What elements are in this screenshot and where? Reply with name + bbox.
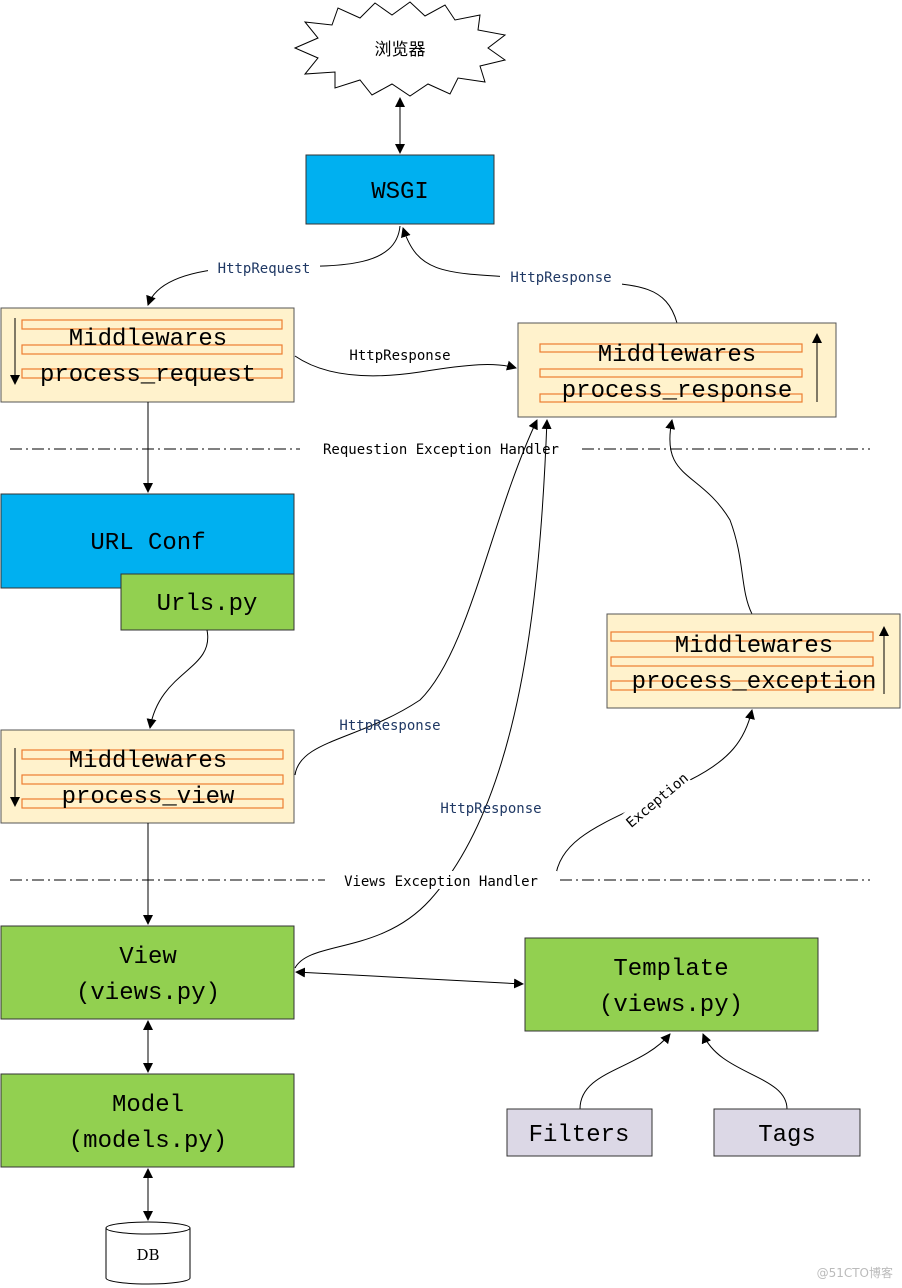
middleware-process-request: Middlewares process_request (0, 307, 295, 403)
mw-exception-line1: Middlewares (675, 633, 833, 660)
http-response-top-label: HttpResponse (510, 270, 611, 286)
db-label: DB (136, 1246, 159, 1264)
model-line1: Model (112, 1092, 184, 1119)
view-node: View (views.py) (0, 925, 295, 1020)
model-node: Model (models.py) (0, 1073, 295, 1168)
filters-node: Filters (506, 1108, 653, 1157)
middleware-process-exception: Middlewares process_exception (606, 613, 901, 709)
urls-view-arrow (146, 629, 209, 729)
view-line2: (views.py) (76, 980, 220, 1007)
middleware-process-view: Middlewares process_view (0, 729, 295, 824)
django-request-flow-diagram: 浏览器 WSGI HttpRequest HttpResponse Middle… (0, 1, 901, 1285)
view-line1: View (119, 944, 177, 971)
middleware-process-response: Middlewares process_response (517, 322, 837, 418)
urls-py-label: Urls.py (157, 591, 258, 618)
wsgi-node: WSGI (305, 154, 495, 225)
mw-response-line1: Middlewares (598, 342, 756, 369)
model-line2: (models.py) (69, 1128, 227, 1155)
url-conf-label: URL Conf (90, 530, 205, 557)
url-conf-node: URL Conf Urls.py (0, 493, 295, 631)
mw-view-line2: process_view (62, 784, 235, 811)
mw-exception-line2: process_exception (632, 669, 877, 696)
mw-request-line2: process_request (40, 362, 256, 389)
mw-response-line2: process_response (562, 378, 792, 405)
filters-label: Filters (529, 1122, 630, 1149)
tags-node: Tags (713, 1108, 861, 1157)
http-response-view-label: HttpResponse (339, 718, 440, 734)
tags-template-arrow (701, 1033, 788, 1110)
http-request-label: HttpRequest (218, 261, 311, 277)
views-handler-label: Views Exception Handler (344, 874, 538, 890)
exception-label: Exception (623, 770, 691, 831)
filters-template-arrow (579, 1033, 671, 1110)
template-line2: (views.py) (599, 992, 743, 1019)
browser-node: 浏览器 (293, 1, 507, 97)
tags-label: Tags (758, 1122, 816, 1149)
wsgi-label: WSGI (371, 179, 429, 206)
template-line1: Template (613, 956, 728, 983)
http-response-viewfn-label: HttpResponse (440, 801, 541, 817)
mw-request-line1: Middlewares (69, 326, 227, 353)
watermark: @51CTO博客 (817, 1265, 893, 1280)
view-template-arrow (295, 967, 524, 989)
http-response-mid-label: HttpResponse (349, 348, 450, 364)
mw-view-line1: Middlewares (69, 748, 227, 775)
template-node: Template (views.py) (524, 937, 819, 1032)
db-node: DB (105, 1221, 191, 1285)
browser-label: 浏览器 (375, 40, 426, 60)
